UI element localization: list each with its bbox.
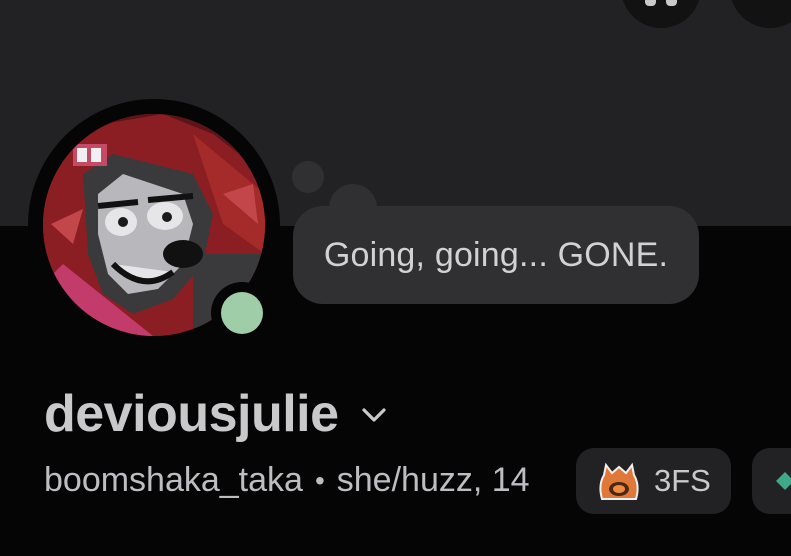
pronouns: she/huzz, 14 bbox=[336, 461, 530, 499]
status-bubble-tail-small bbox=[292, 161, 324, 193]
action-icon bbox=[645, 0, 677, 6]
user-details-row: boomshaka_taka • she/huzz, 14 bbox=[44, 461, 530, 500]
avatar-frame bbox=[28, 99, 280, 351]
flame-cat-icon bbox=[599, 462, 639, 500]
username[interactable]: boomshaka_taka bbox=[44, 461, 303, 500]
presence-indicator bbox=[211, 282, 273, 344]
custom-status-bubble[interactable]: Going, going... GONE. bbox=[293, 206, 699, 304]
chevron-down-icon[interactable] bbox=[361, 406, 387, 426]
online-status-dot bbox=[221, 292, 263, 334]
display-name-row[interactable]: deviousjulie bbox=[44, 384, 387, 444]
custom-status-text: Going, going... GONE. bbox=[323, 235, 669, 274]
gem-icon bbox=[776, 472, 791, 490]
badge-item[interactable] bbox=[752, 448, 791, 514]
guild-tag-badge[interactable]: 3FS bbox=[576, 448, 731, 514]
profile-card: Going, going... GONE. deviousjulie booms… bbox=[0, 0, 791, 556]
separator: • bbox=[314, 464, 325, 496]
display-name: deviousjulie bbox=[44, 385, 339, 443]
guild-tag-label: 3FS bbox=[654, 463, 711, 498]
